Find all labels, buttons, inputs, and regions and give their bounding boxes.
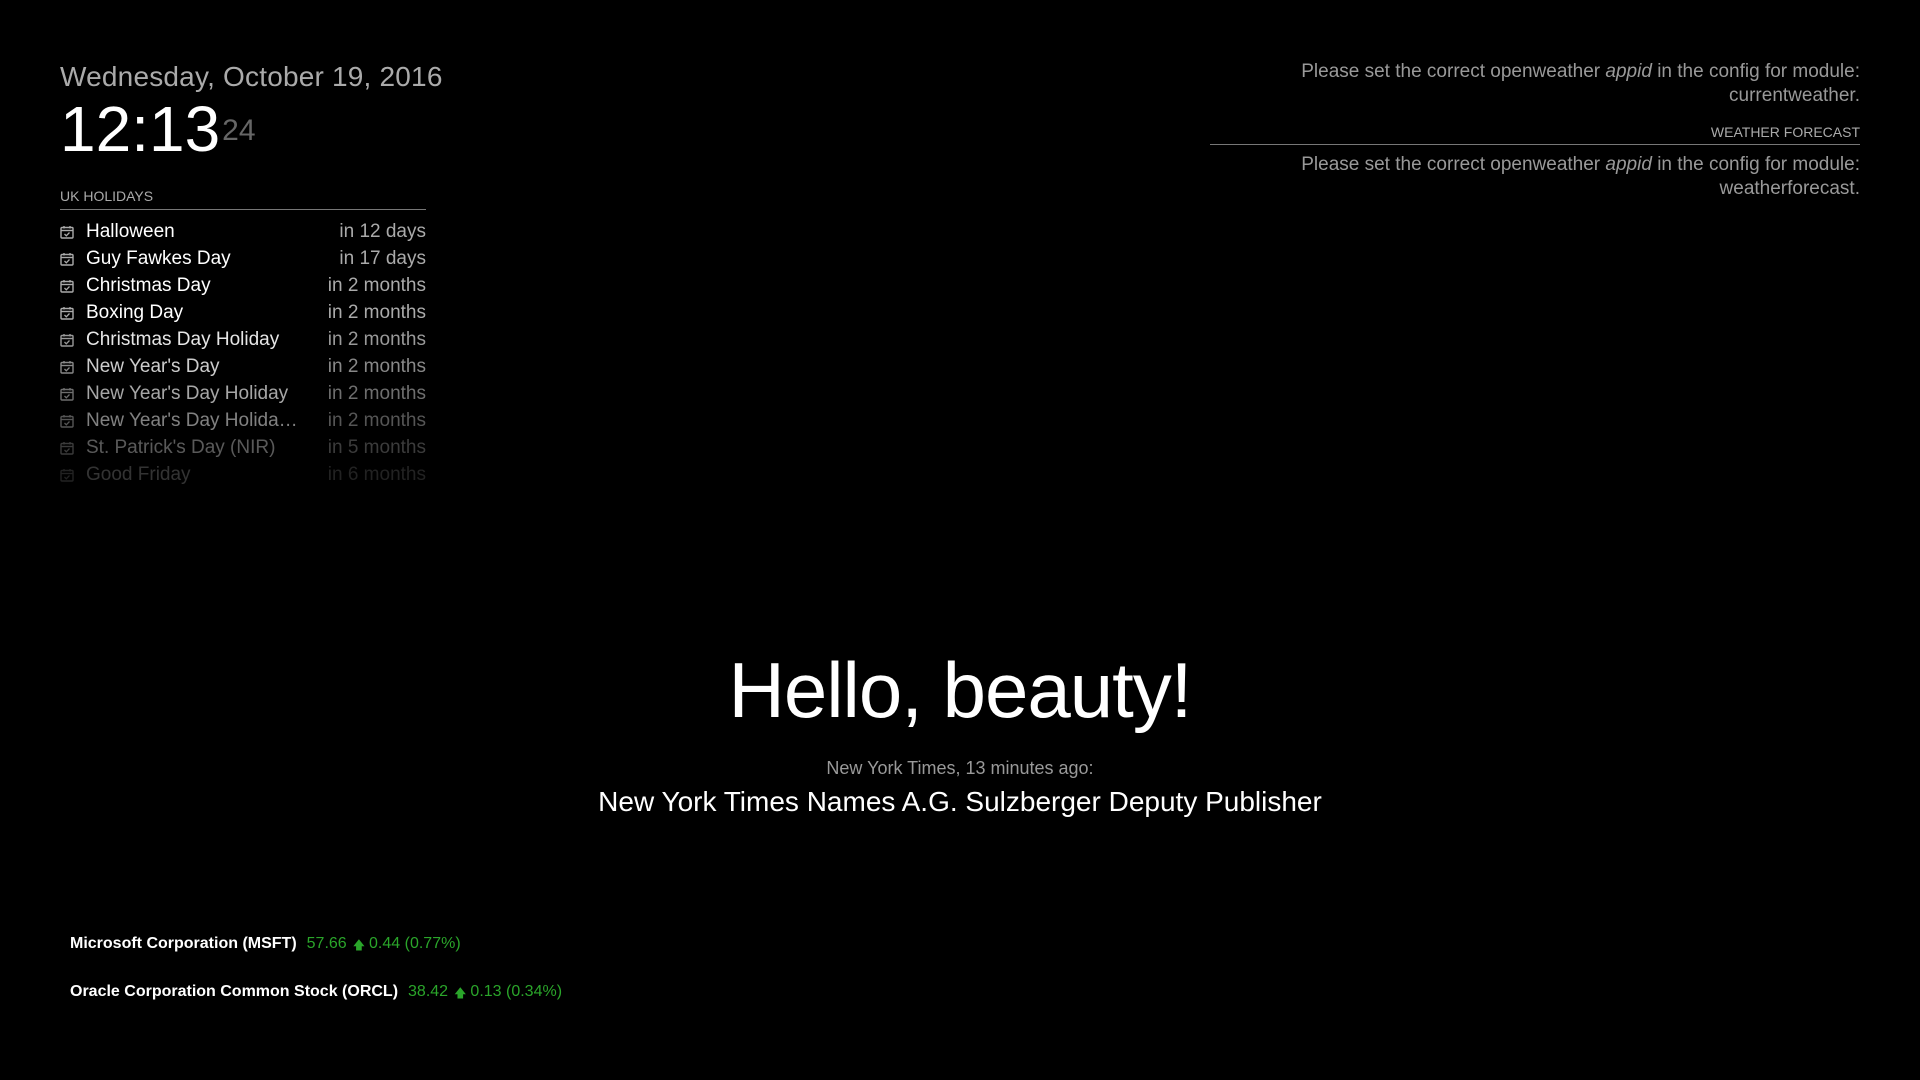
- stock-change: 0.13 (0.34%): [470, 983, 563, 1000]
- weather-forecast-message: Please set the correct openweather appid…: [1210, 153, 1860, 201]
- calendar-event-time: in 2 months: [327, 355, 426, 377]
- calendar-event-title: New Year's Day Holiday: [86, 382, 289, 404]
- news-headline: New York Times Names A.G. Sulzberger Dep…: [598, 786, 1322, 817]
- calendar-event: New Year's Day Holiday in 2 months: [60, 380, 426, 407]
- clock-seconds: 24: [222, 114, 256, 147]
- calendar-event-title: Good Friday: [86, 463, 191, 485]
- forecast-text-suffix: in the config for module: weatherforecas…: [1651, 154, 1860, 199]
- compliment-text: Hello, beauty!: [728, 646, 1193, 734]
- calendar-event-title: New Year's Day Holiday (S…: [86, 409, 306, 431]
- calendar-event: Good Friday in 6 months: [60, 461, 426, 488]
- calendar-event-time: in 6 months: [327, 463, 426, 485]
- weather-module: Please set the correct openweather appid…: [1210, 60, 1860, 201]
- calendar-icon: [60, 279, 74, 293]
- calendar-event: New Year's Day in 2 months: [60, 353, 426, 380]
- stock-name: Oracle Corporation Common Stock (ORCL): [70, 983, 399, 1000]
- calendar-icon: [60, 306, 74, 320]
- calendar-event-time: in 2 months: [327, 274, 426, 296]
- calendar-event-time: in 12 days: [339, 220, 426, 242]
- calendar-event-title: Guy Fawkes Day: [86, 247, 231, 269]
- calendar-event-title: New Year's Day: [86, 355, 220, 377]
- clock-time: 12:1324: [60, 97, 443, 161]
- up-arrow-icon: 🡅: [352, 938, 366, 952]
- clock-hours-minutes: 12:13: [60, 93, 221, 165]
- calendar-event-title: Boxing Day: [86, 301, 184, 323]
- forecast-text: Please set the correct openweather: [1301, 154, 1606, 175]
- calendar-icon: [60, 387, 74, 401]
- calendar-event: Christmas Day in 2 months: [60, 272, 426, 299]
- calendar-icon: [60, 468, 74, 482]
- calendar-icon: [60, 333, 74, 347]
- calendar-event-time: in 2 months: [327, 301, 426, 323]
- calendar-event-time: in 2 months: [327, 328, 426, 350]
- stock-price: 57.66: [306, 935, 347, 952]
- calendar-event: Guy Fawkes Day in 17 days: [60, 245, 426, 272]
- calendar-icon: [60, 441, 74, 455]
- current-weather-text: Please set the correct openweather: [1301, 61, 1606, 82]
- calendar-icon: [60, 252, 74, 266]
- current-weather-text-suffix: in the config for module: currentweather…: [1651, 61, 1860, 106]
- calendar-header: UK Holidays: [60, 188, 426, 210]
- calendar-event-list: Halloween in 12 days Guy Fawkes Day in 1…: [60, 218, 426, 488]
- calendar-event-time: in 17 days: [339, 247, 426, 269]
- calendar-event-title: Christmas Day: [86, 274, 211, 296]
- calendar-event-title: Halloween: [86, 220, 175, 242]
- calendar-event-time: in 2 months: [327, 409, 426, 431]
- clock-module: Wednesday, October 19, 2016 12:1324: [60, 60, 443, 161]
- current-weather-appid: appid: [1605, 61, 1652, 82]
- stock-price: 38.42: [408, 983, 449, 1000]
- calendar-event-title: Christmas Day Holiday: [86, 328, 280, 350]
- current-weather-message: Please set the correct openweather appid…: [1210, 60, 1860, 108]
- stocks-module: Microsoft Corporation (MSFT) 57.66 🡅 0.4…: [70, 935, 562, 1031]
- calendar-event-title: St. Patrick's Day (NIR): [86, 436, 276, 458]
- stock-change: 0.44 (0.77%): [369, 935, 461, 952]
- stock-row: Oracle Corporation Common Stock (ORCL) 3…: [70, 983, 562, 1031]
- stock-name: Microsoft Corporation (MSFT): [70, 935, 297, 952]
- clock-date: Wednesday, October 19, 2016: [60, 61, 443, 92]
- calendar-module: UK Holidays Halloween in 12 days Guy Faw…: [60, 188, 426, 488]
- calendar-event: Christmas Day Holiday in 2 months: [60, 326, 426, 353]
- forecast-appid: appid: [1605, 154, 1652, 175]
- stock-row: Microsoft Corporation (MSFT) 57.66 🡅 0.4…: [70, 935, 562, 983]
- calendar-event-time: in 2 months: [327, 382, 426, 404]
- news-source: New York Times, 13 minutes ago:: [826, 758, 1094, 778]
- calendar-icon: [60, 414, 74, 428]
- calendar-event: Boxing Day in 2 months: [60, 299, 426, 326]
- calendar-event: St. Patrick's Day (NIR) in 5 months: [60, 434, 426, 461]
- weather-forecast-header: Weather Forecast: [1210, 124, 1860, 145]
- calendar-icon: [60, 360, 74, 374]
- up-arrow-icon: 🡅: [454, 986, 467, 1000]
- calendar-event: New Year's Day Holiday (S… in 2 months: [60, 407, 426, 434]
- newsfeed-module: New York Times, 13 minutes ago: New York…: [0, 756, 1920, 820]
- calendar-event: Halloween in 12 days: [60, 218, 426, 245]
- calendar-event-time: in 5 months: [327, 436, 426, 458]
- calendar-icon: [60, 225, 74, 239]
